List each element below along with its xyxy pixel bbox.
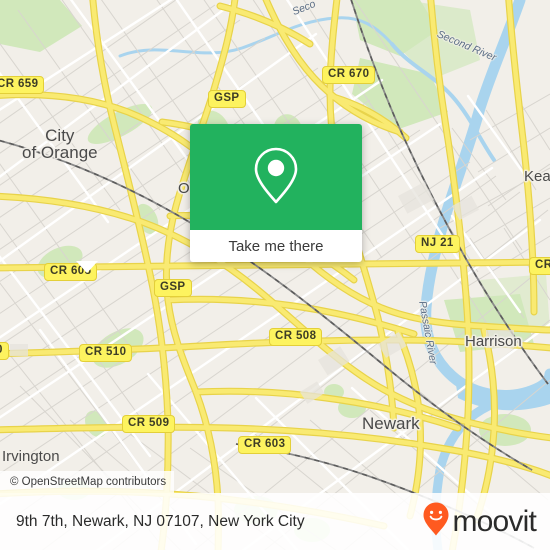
- footer-bar: 9th 7th, Newark, NJ 07107, New York City…: [0, 493, 550, 550]
- city-label-orange-partial: O: [178, 180, 190, 197]
- shield-cr-right-clipped: CR: [529, 257, 550, 275]
- shield-cr-508: CR 508: [269, 328, 323, 346]
- shield-cr-670: CR 670: [322, 66, 376, 84]
- shield-gsp-top: GSP: [208, 90, 246, 108]
- map-pin-icon: [253, 146, 299, 209]
- city-label-harrison: Harrison: [465, 333, 522, 350]
- popup-pointer-tail: [76, 261, 98, 273]
- city-label-city-of-orange: City of Orange: [22, 126, 98, 162]
- shield-cr-509: CR 509: [122, 415, 176, 433]
- shield-cr-659: CR 659: [0, 76, 45, 94]
- map-popup-card[interactable]: Take me there: [190, 124, 362, 262]
- shield-cr-603: CR 603: [238, 436, 292, 454]
- address-label: 9th 7th, Newark, NJ 07107, New York City: [16, 512, 305, 530]
- osm-attribution-text: © OpenStreetMap contributors: [10, 476, 167, 488]
- popup-header: [190, 124, 362, 230]
- map-canvas[interactable]: CR 659 CR 670 GSP NJ 21 CR CR 605 GSP CR…: [0, 0, 550, 550]
- shield-cr-left-clipped: 0: [0, 342, 9, 360]
- map-screenshot: CR 659 CR 670 GSP NJ 21 CR CR 605 GSP CR…: [0, 0, 550, 550]
- city-label-newark: Newark: [362, 414, 420, 433]
- moovit-wordmark: moovit: [452, 504, 536, 538]
- city-label-irvington: Irvington: [2, 448, 60, 465]
- shield-cr-510: CR 510: [79, 344, 133, 362]
- city-label-kearny: Kea: [524, 168, 550, 185]
- take-me-there-button[interactable]: Take me there: [190, 230, 362, 262]
- moovit-logo[interactable]: moovit: [423, 502, 537, 541]
- shield-nj-21: NJ 21: [415, 235, 460, 253]
- shield-gsp-mid: GSP: [154, 279, 192, 297]
- moovit-pin-smile-icon: [423, 502, 449, 541]
- osm-attribution[interactable]: © OpenStreetMap contributors: [0, 471, 175, 493]
